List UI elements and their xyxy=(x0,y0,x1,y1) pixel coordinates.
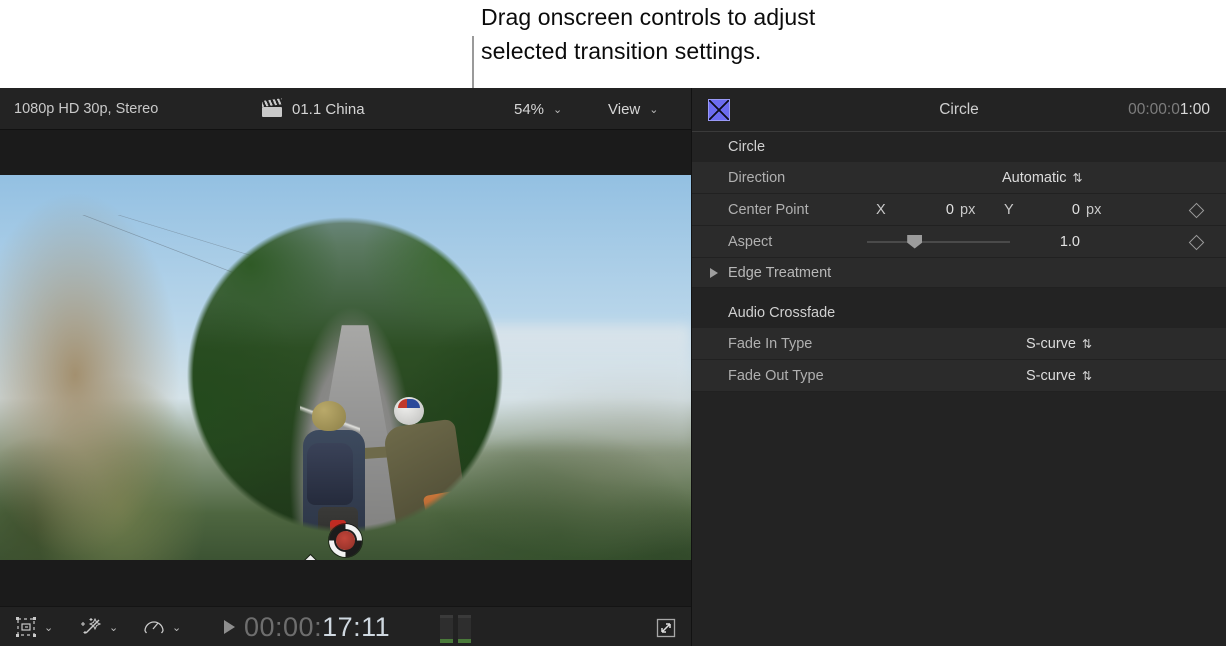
zoom-level-label: 54% xyxy=(514,100,545,118)
viewer-pane: 1080p HD 30p, Stereo 01.1 China 54% ⌄ Vi… xyxy=(0,88,691,646)
keyframe-diamond-icon[interactable] xyxy=(1190,204,1202,216)
row-label-aspect: Aspect xyxy=(728,233,773,250)
timecode-prefix: 00:00: xyxy=(244,611,323,642)
clapperboard-icon xyxy=(262,98,282,117)
audio-level-meters[interactable] xyxy=(440,615,474,643)
chevron-down-icon: ⌄ xyxy=(649,103,659,116)
section-spacer xyxy=(692,288,1226,298)
row-label-direction: Direction xyxy=(728,169,786,186)
row-edge-treatment[interactable]: Edge Treatment xyxy=(692,258,1226,288)
aspect-slider-track xyxy=(867,240,1010,243)
transform-tools-menu[interactable]: ⌄ xyxy=(14,607,53,646)
viewer-bottom-bar: ⌄ ⌄ ⌄ 00:00:17:11 xyxy=(0,606,691,646)
fade-out-type-value: S-curve xyxy=(1026,367,1076,384)
incoming-clip-image xyxy=(0,175,691,560)
center-point-x-label: X xyxy=(876,201,886,218)
play-triangle-icon[interactable] xyxy=(224,620,235,634)
row-label-fade-out-type: Fade Out Type xyxy=(728,367,824,384)
aspect-slider[interactable] xyxy=(867,234,1010,249)
fade-out-type-popup-button[interactable]: S-curve ⇅ xyxy=(1026,368,1092,384)
video-frame[interactable] xyxy=(0,175,691,560)
circle-target-handle[interactable] xyxy=(329,524,362,557)
row-label-edge-treatment: Edge Treatment xyxy=(728,264,832,281)
row-label-fade-in-type: Fade In Type xyxy=(728,335,813,352)
chevron-down-icon: ⌄ xyxy=(109,621,119,634)
disclosure-triangle-icon[interactable] xyxy=(710,267,718,278)
retime-speedometer-icon xyxy=(142,616,166,638)
chevron-down-icon: ⌄ xyxy=(44,621,54,634)
direction-popup-button[interactable]: Automatic ⇅ xyxy=(1002,170,1083,186)
center-point-y-value[interactable]: 0 xyxy=(1022,202,1080,218)
center-point-y-unit: px xyxy=(1086,201,1102,218)
chevron-down-icon: ⌄ xyxy=(172,621,182,634)
aspect-value[interactable]: 1.0 xyxy=(1022,234,1080,250)
view-menu-label: View xyxy=(608,100,641,118)
callout-annotation: Drag onscreen controls to adjust selecte… xyxy=(481,0,951,68)
keyframe-diamond-icon[interactable] xyxy=(1190,236,1202,248)
audio-meter-right xyxy=(458,615,471,643)
transition-inspector: Circle 00:00:01:00 Circle Direction Auto… xyxy=(691,88,1226,646)
aspect-slider-thumb[interactable] xyxy=(907,234,923,249)
row-label-center-point: Center Point xyxy=(728,201,809,218)
white-helmet xyxy=(394,397,424,425)
project-format-label: 1080p HD 30p, Stereo xyxy=(14,101,159,117)
updown-chevron-icon: ⇅ xyxy=(1072,170,1083,185)
row-direction[interactable]: Direction Automatic ⇅ xyxy=(692,162,1226,194)
enhancements-menu[interactable]: ⌄ xyxy=(79,607,118,646)
center-point-x-unit: px xyxy=(960,201,976,218)
callout-line-1: Drag onscreen controls to adjust xyxy=(481,4,816,30)
updown-chevron-icon: ⇅ xyxy=(1081,336,1093,351)
row-fade-out-type[interactable]: Fade Out Type S-curve ⇅ xyxy=(692,360,1226,392)
center-point-y-label: Y xyxy=(1004,201,1014,218)
duration-prefix: 00:00:0 xyxy=(1128,100,1180,118)
guardrail xyxy=(386,535,464,560)
section-title-audio-crossfade: Audio Crossfade xyxy=(692,298,1226,328)
expand-viewer-icon[interactable] xyxy=(655,617,677,639)
project-name-group: 01.1 China xyxy=(262,88,365,130)
screenshot-root: Drag onscreen controls to adjust selecte… xyxy=(0,0,1226,646)
updown-chevron-icon: ⇅ xyxy=(1081,368,1093,383)
transform-tools-icon xyxy=(14,616,38,638)
transition-duration: 00:00:01:00 xyxy=(1128,101,1210,119)
section-title-circle: Circle xyxy=(692,132,1226,162)
callout-line-2: selected transition settings. xyxy=(481,38,762,64)
olive-helmet xyxy=(312,401,346,431)
final-cut-pro-window: 1080p HD 30p, Stereo 01.1 China 54% ⌄ Vi… xyxy=(0,88,1226,646)
row-fade-in-type[interactable]: Fade In Type S-curve ⇅ xyxy=(692,328,1226,360)
row-aspect[interactable]: Aspect 1.0 xyxy=(692,226,1226,258)
duration-value: 1:00 xyxy=(1179,100,1210,118)
inspector-header: Circle 00:00:01:00 xyxy=(692,88,1226,132)
chevron-down-icon: ⌄ xyxy=(553,103,563,116)
viewer-top-bar: 1080p HD 30p, Stereo 01.1 China 54% ⌄ Vi… xyxy=(0,88,691,130)
viewer-stage xyxy=(0,130,691,606)
direction-value: Automatic xyxy=(1002,169,1067,186)
viewer-zoom-menu[interactable]: 54% ⌄ xyxy=(514,88,562,130)
project-name-label: 01.1 China xyxy=(292,100,365,118)
timecode-value: 17:11 xyxy=(322,611,391,642)
retime-menu[interactable]: ⌄ xyxy=(142,607,181,646)
viewer-view-menu[interactable]: View ⌄ xyxy=(608,88,658,130)
fade-in-type-popup-button[interactable]: S-curve ⇅ xyxy=(1026,336,1092,352)
fade-in-type-value: S-curve xyxy=(1026,335,1076,352)
center-point-x-value[interactable]: 0 xyxy=(902,202,954,218)
enhancements-wand-icon xyxy=(79,616,103,638)
audio-meter-left xyxy=(440,615,453,643)
row-center-point[interactable]: Center Point X 0 px Y 0 px xyxy=(692,194,1226,226)
viewer-timecode[interactable]: 00:00:17:11 xyxy=(244,612,390,643)
transport-controls[interactable]: 00:00:17:11 xyxy=(224,607,390,646)
backpack xyxy=(307,443,353,505)
